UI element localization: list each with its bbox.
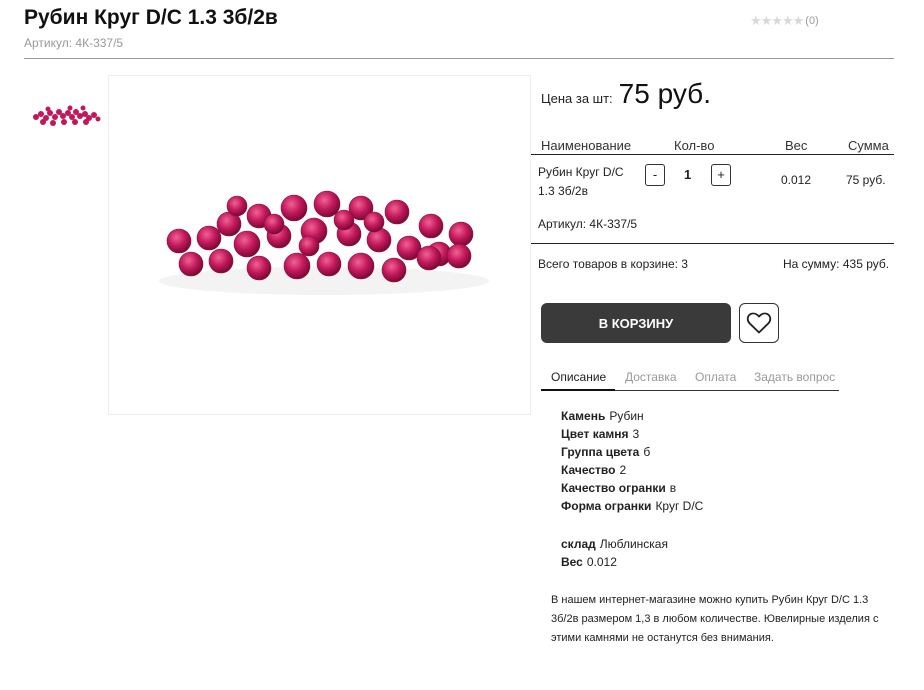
qty-increase-button[interactable]: + — [711, 164, 731, 186]
spec-stone: Камень Рубин — [561, 409, 644, 423]
spec-value: Рубин — [609, 409, 644, 423]
spec-label: Форма огранки — [561, 499, 652, 513]
add-to-cart-button[interactable]: В КОРЗИНУ — [541, 303, 731, 343]
tab-delivery[interactable]: Доставка — [625, 370, 677, 384]
spec-weight: Вес 0.012 — [561, 555, 617, 569]
row-sum: 75 руб. — [846, 173, 886, 187]
favorite-button[interactable] — [739, 303, 779, 343]
tab-description[interactable]: Описание — [551, 370, 606, 384]
spec-value: 2 — [619, 463, 627, 477]
tab-payment[interactable]: Оплата — [695, 370, 736, 384]
spec-value: в — [669, 481, 677, 495]
spec-label: Камень — [561, 409, 606, 423]
spec-color-group: Группа цвета б — [561, 445, 650, 459]
col-header-qty: Кол-во — [674, 138, 715, 153]
spec-label: Качество огранки — [561, 481, 666, 495]
product-thumbnail[interactable] — [28, 92, 104, 142]
spec-value: Люблинская — [599, 537, 668, 551]
product-sku: Артикул: 4К-337/5 — [24, 36, 124, 50]
spec-label: Вес — [561, 555, 583, 569]
price-value: 75 руб. — [618, 78, 711, 109]
tab-active-indicator — [541, 389, 615, 391]
product-title: Рубин Круг D/С 1.3 3б/2в — [24, 6, 278, 29]
table-row-divider — [531, 243, 894, 244]
cart-total-sum: На сумму: 435 руб. — [783, 257, 890, 271]
spec-value: 0.012 — [586, 555, 617, 569]
heart-icon — [746, 312, 772, 334]
spec-value: 3 — [632, 427, 640, 441]
qty-decrease-button[interactable]: - — [645, 164, 665, 186]
price-block: Цена за шт: 75 руб. — [541, 78, 711, 110]
header-divider — [24, 58, 894, 59]
rating-count: (0) — [805, 15, 819, 27]
row-weight: 0.012 — [781, 173, 812, 187]
product-description: В нашем интернет-магазине можно купить Р… — [551, 594, 879, 644]
spec-value: Круг D/C — [655, 499, 704, 513]
row-name-line2: 1.3 3б/2в — [538, 184, 588, 198]
spec-stone-color: Цвет камня 3 — [561, 427, 639, 441]
rating[interactable]: ★★★★★ (0) — [750, 13, 819, 29]
star-rating-icon[interactable]: ★★★★★ — [750, 13, 804, 29]
row-sku: Артикул: 4К-337/5 — [538, 217, 638, 231]
col-header-weight: Вес — [785, 138, 808, 153]
spec-label: Цвет камня — [561, 427, 629, 441]
spec-label: склад — [561, 537, 596, 551]
spec-label: Качество — [561, 463, 616, 477]
spec-cut-quality: Качество огранки в — [561, 481, 676, 495]
spec-cut-shape: Форма огранки Круг D/C — [561, 499, 703, 513]
row-product-name: Рубин Круг D/С 1.3 3б/2в — [538, 163, 624, 201]
spec-quality: Качество 2 — [561, 463, 626, 477]
spec-value: б — [643, 445, 651, 459]
tab-ask-question[interactable]: Задать вопрос — [754, 370, 835, 384]
table-header-divider — [531, 154, 894, 155]
qty-value[interactable]: 1 — [684, 167, 691, 182]
col-header-name: Наименование — [541, 138, 632, 153]
spec-label: Группа цвета — [561, 445, 640, 459]
price-label: Цена за шт: — [541, 91, 613, 106]
cart-total-items: Всего товаров в корзине: 3 — [538, 257, 688, 271]
product-main-image[interactable] — [108, 75, 531, 415]
spec-warehouse: склад Люблинская — [561, 537, 668, 551]
row-name-line1: Рубин Круг D/С — [538, 165, 624, 179]
col-header-sum: Сумма — [848, 138, 889, 153]
